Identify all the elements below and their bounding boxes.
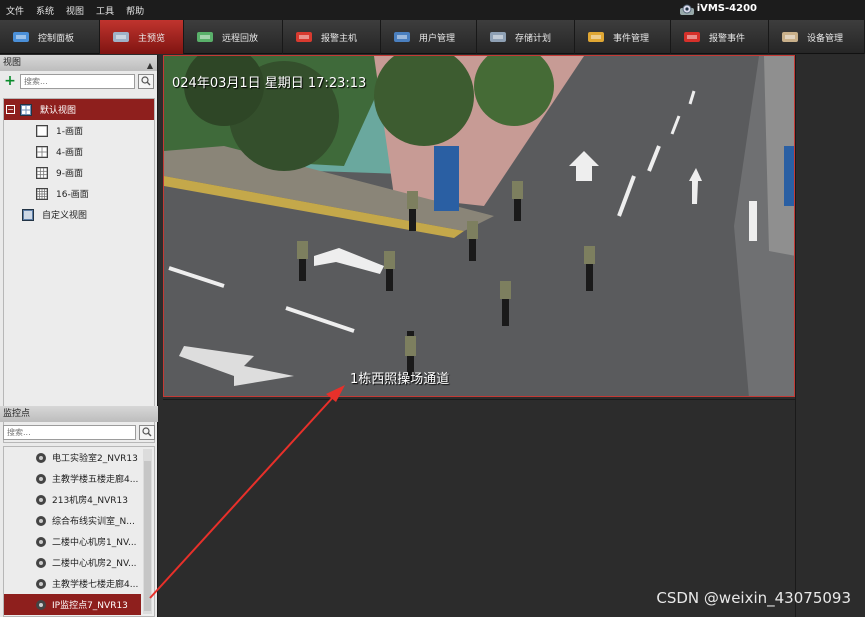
annotation-arrow-icon: [149, 385, 345, 599]
ivms-window: 文件 系统 视图 工具 帮助 iVMS-4200 控制面板 主预览 远程回放 报警主机…: [0, 0, 865, 617]
